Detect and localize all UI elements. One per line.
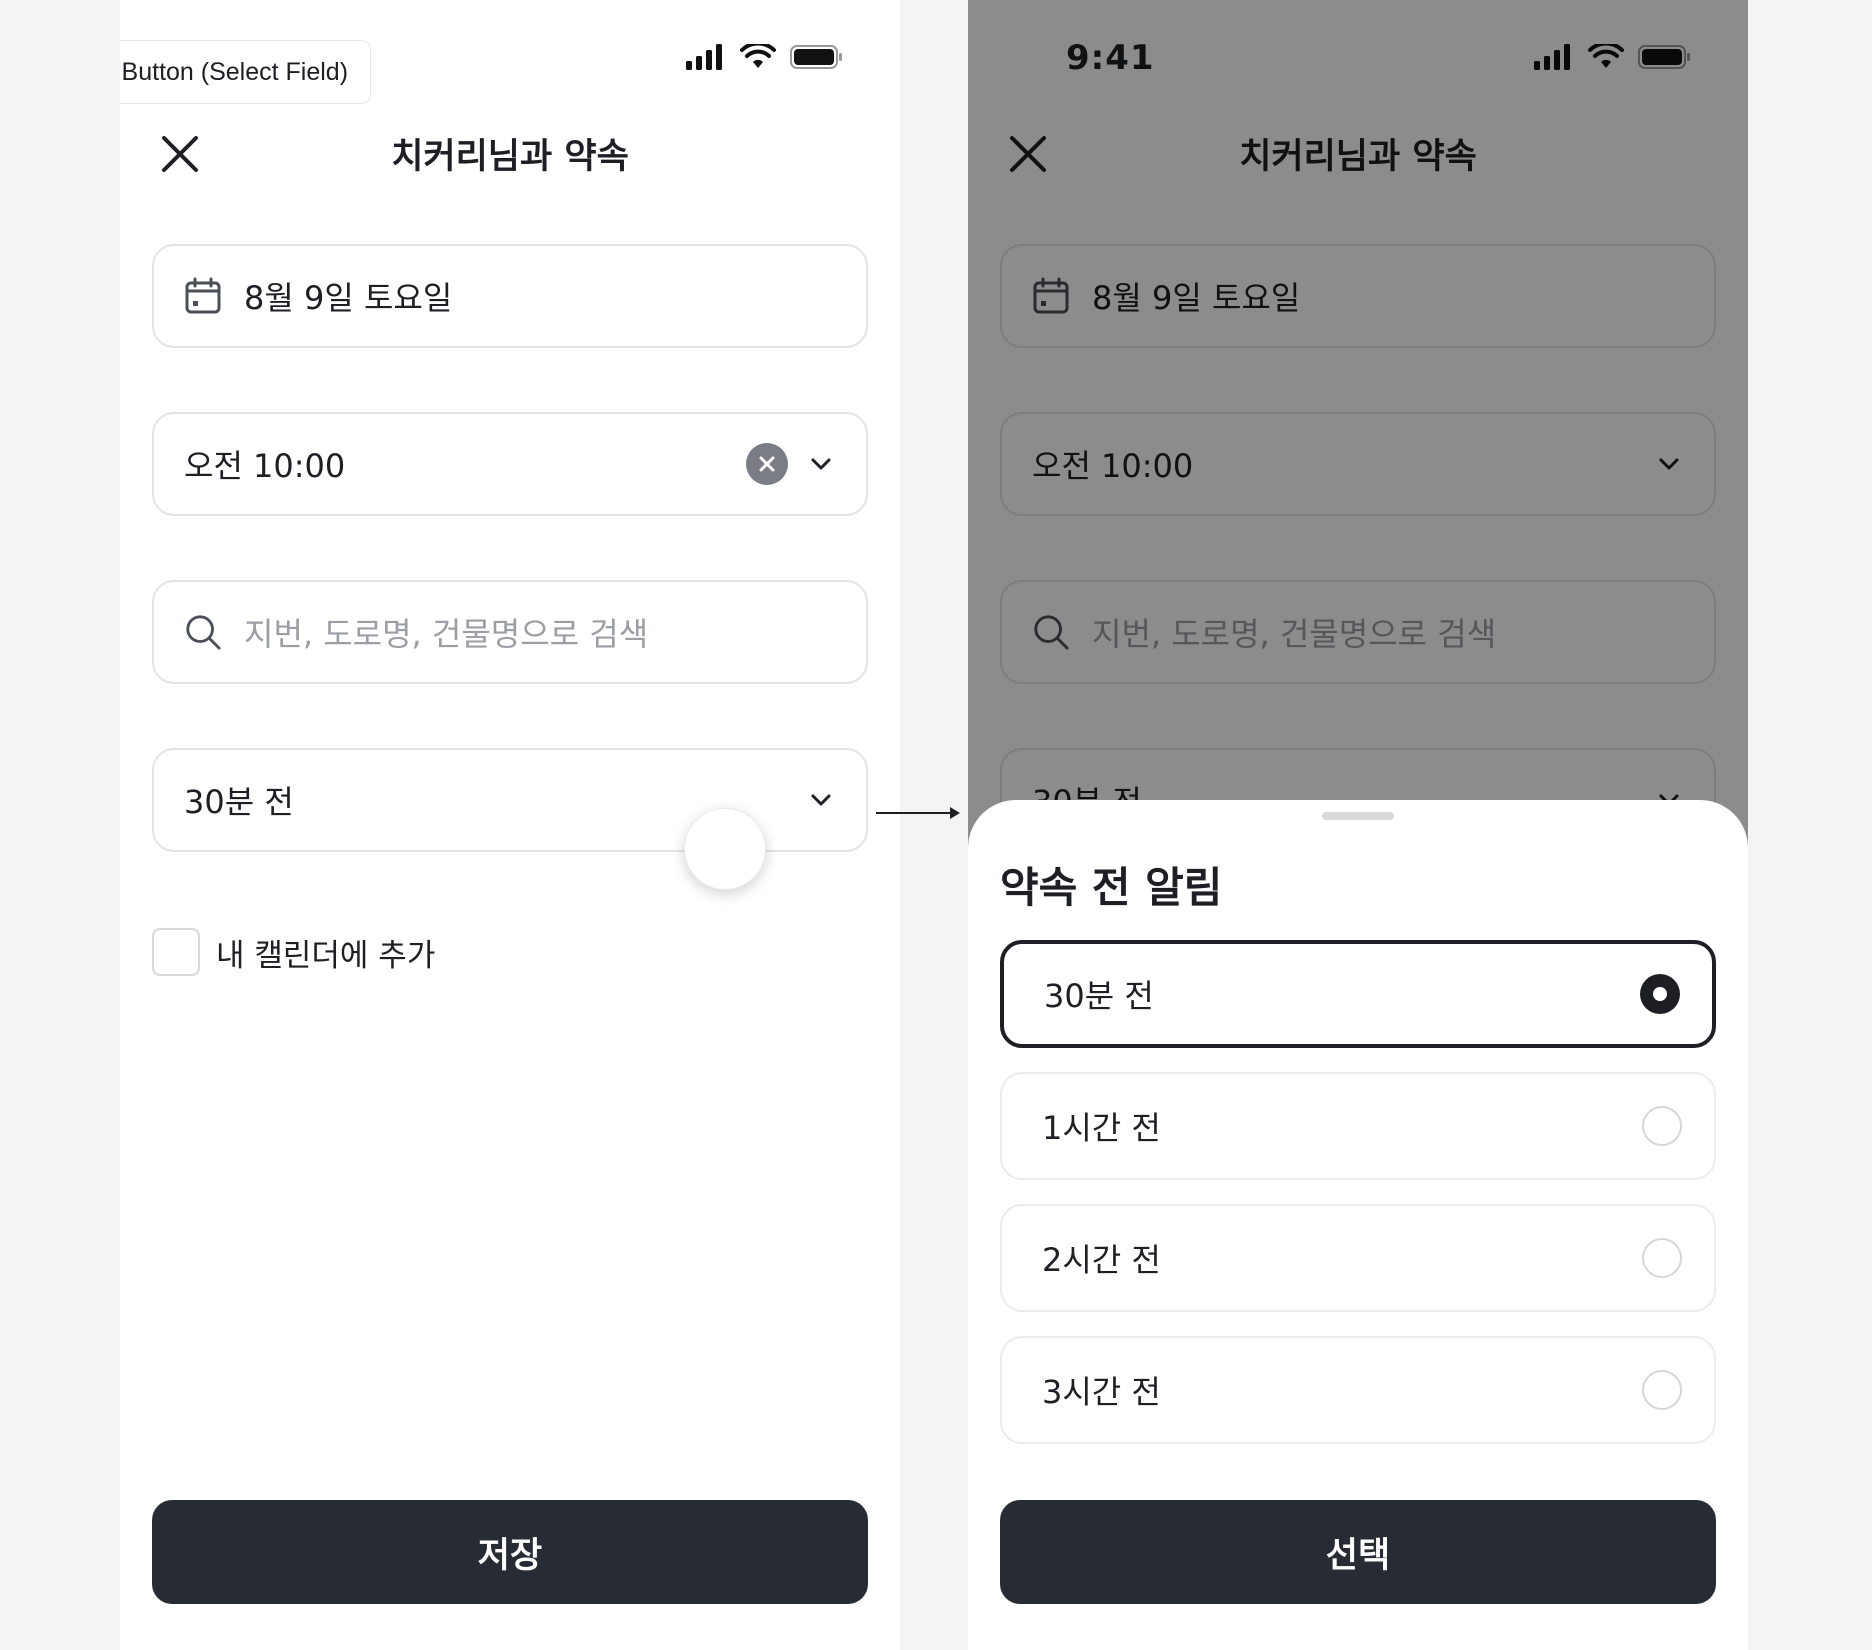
option-3-hour[interactable]: 3시간 전 <box>1000 1336 1716 1444</box>
add-to-calendar-label: 내 캘린더에 추가 <box>216 937 436 974</box>
page-title: 치커리님과 약속 <box>391 137 629 177</box>
option-2-hour[interactable]: 2시간 전 <box>1000 1204 1716 1312</box>
wifi-icon <box>740 44 776 68</box>
component-caption: Input Button (Select Field) <box>120 40 372 104</box>
date-field[interactable]: 8월 9일 토요일 <box>152 244 868 348</box>
sheet-title: 약속 전 알림 <box>1000 863 1223 912</box>
option-label: 2시간 전 <box>1042 1241 1161 1279</box>
clear-button[interactable] <box>746 443 788 485</box>
form-screen: 9:41 Input Button (Select Field) 치커리님과 약… <box>120 0 900 1650</box>
save-button[interactable]: 저장 <box>152 1500 868 1604</box>
option-label: 3시간 전 <box>1042 1373 1161 1411</box>
radio-selected-icon[interactable] <box>1640 974 1680 1014</box>
status-icons <box>686 44 844 70</box>
search-placeholder: 지번, 도로명, 건물명으로 검색 <box>244 615 649 653</box>
signal-icon <box>686 44 722 70</box>
radio-icon[interactable] <box>1642 1238 1682 1278</box>
chevron-down-icon[interactable] <box>806 785 836 815</box>
add-to-calendar-checkbox[interactable] <box>152 928 200 976</box>
option-label: 1시간 전 <box>1042 1109 1161 1147</box>
bottom-sheet: 약속 전 알림 30분 전 1시간 전 2시간 전 3시간 전 선택 <box>968 800 1748 1650</box>
option-1-hour[interactable]: 1시간 전 <box>1000 1072 1716 1180</box>
sheet-handle[interactable] <box>1322 812 1394 820</box>
radio-icon[interactable] <box>1642 1106 1682 1146</box>
bottom-sheet-screen: 9:41 치커리님과 약속 8월 9일 토요일 오전 10:00 지번, 도로명… <box>968 0 1748 1650</box>
clear-icon <box>759 456 775 472</box>
calendar-icon <box>184 277 222 315</box>
option-label: 30분 전 <box>1044 977 1154 1015</box>
touch-indicator <box>684 808 766 890</box>
reminder-value: 30분 전 <box>184 783 294 821</box>
radio-icon[interactable] <box>1642 1370 1682 1410</box>
select-button[interactable]: 선택 <box>1000 1500 1716 1604</box>
option-30-min[interactable]: 30분 전 <box>1000 940 1716 1048</box>
flow-arrow-icon <box>876 807 960 819</box>
add-to-calendar-row[interactable]: 내 캘린더에 추가 <box>152 928 435 976</box>
time-value: 오전 10:00 <box>184 447 346 485</box>
time-select-field[interactable]: 오전 10:00 <box>152 412 868 516</box>
date-value: 8월 9일 토요일 <box>244 279 453 317</box>
chevron-down-icon[interactable] <box>806 449 836 479</box>
search-icon <box>184 613 222 651</box>
battery-icon <box>790 45 842 69</box>
address-search-field[interactable]: 지번, 도로명, 건물명으로 검색 <box>152 580 868 684</box>
